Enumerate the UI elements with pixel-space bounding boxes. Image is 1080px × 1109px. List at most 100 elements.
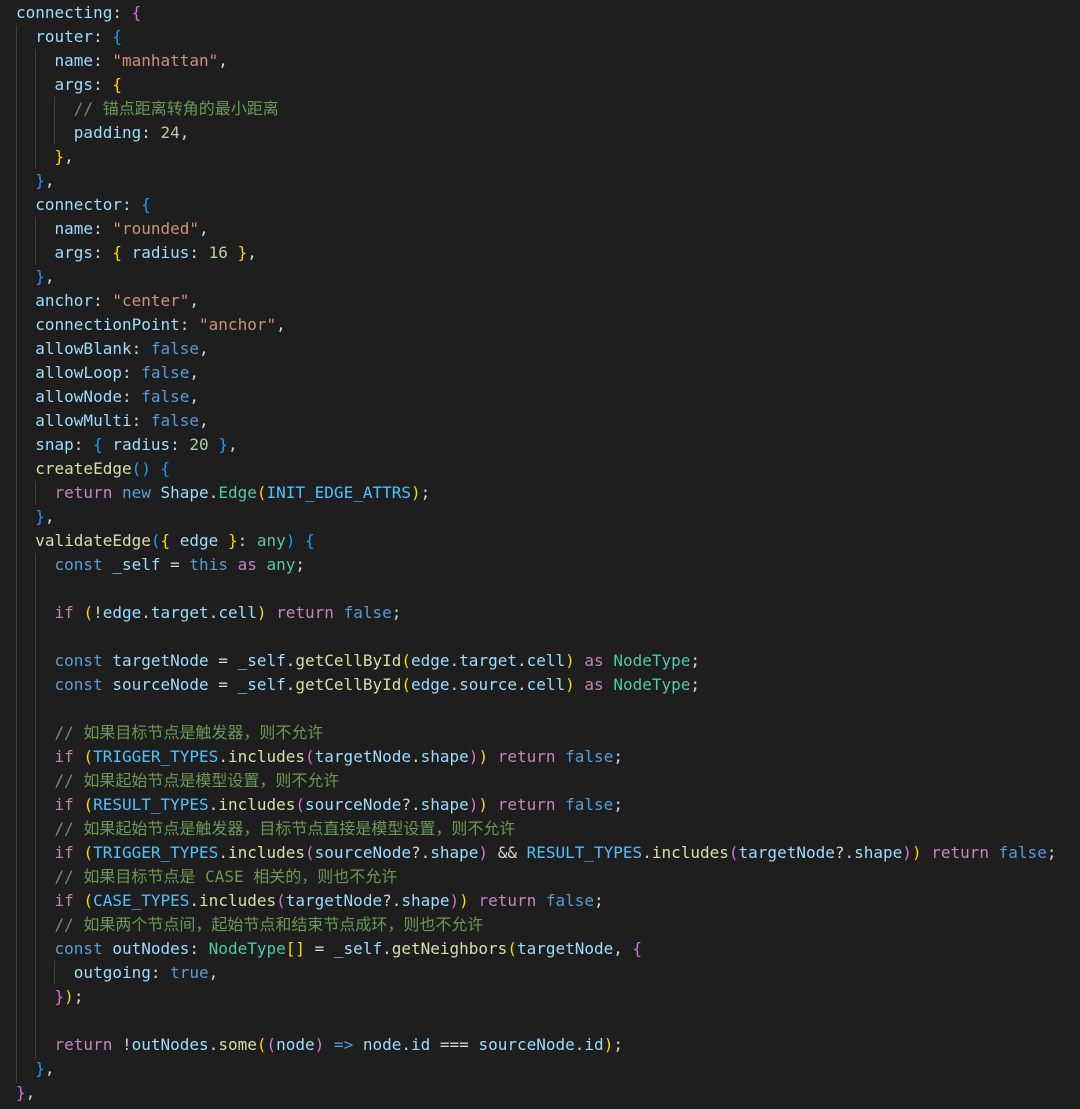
code-line: }, bbox=[16, 265, 1056, 289]
code-token: ( bbox=[507, 939, 517, 958]
code-token: ; bbox=[690, 675, 701, 694]
code-token: : bbox=[93, 75, 113, 94]
code-token: { bbox=[141, 195, 151, 214]
code-token: edge bbox=[411, 651, 450, 670]
code-token: ( bbox=[150, 531, 161, 550]
code-token: : bbox=[93, 291, 113, 310]
code-token: . bbox=[516, 651, 527, 670]
code-token: targetNode bbox=[516, 939, 614, 958]
code-token: NodeType bbox=[613, 651, 691, 670]
code-token: name bbox=[54, 219, 94, 238]
code-token: allowNode bbox=[35, 387, 122, 406]
code-token: TRIGGER_TYPES bbox=[93, 843, 219, 862]
code-token: "rounded" bbox=[112, 219, 200, 238]
code-token: 16 bbox=[208, 243, 228, 262]
code-token: new bbox=[121, 483, 151, 502]
code-token: ( bbox=[83, 843, 94, 862]
code-token: id bbox=[411, 1035, 431, 1054]
code-token: } bbox=[227, 531, 238, 550]
code-token: outNodes bbox=[112, 939, 190, 958]
code-token: { bbox=[112, 243, 122, 262]
code-token: : bbox=[93, 243, 113, 262]
code-token: as bbox=[584, 651, 604, 670]
code-token: RESULT_TYPES bbox=[93, 795, 209, 814]
code-token: if bbox=[54, 747, 74, 766]
code-line: allowLoop: false, bbox=[16, 361, 1056, 385]
code-token: . bbox=[208, 483, 219, 502]
code-token: , bbox=[44, 267, 55, 286]
code-token: shape bbox=[401, 891, 450, 910]
code-token: allowLoop bbox=[35, 363, 122, 382]
code-token: ! bbox=[121, 1035, 132, 1054]
code-token: const bbox=[54, 555, 103, 574]
code-line: const sourceNode = _self.getCellById(edg… bbox=[16, 673, 1056, 697]
code-token: === bbox=[430, 1035, 479, 1054]
code-line: if (TRIGGER_TYPES.includes(targetNode.sh… bbox=[16, 745, 1056, 769]
code-line: if (!edge.target.cell) return false; bbox=[16, 601, 1056, 625]
code-token: shape bbox=[430, 843, 479, 862]
code-token: ( bbox=[83, 603, 94, 622]
code-token: // 如果两个节点间，起始节点和结束节点成环，则也不允许 bbox=[54, 915, 484, 934]
code-token: ( bbox=[295, 795, 306, 814]
code-token: anchor bbox=[35, 291, 94, 310]
code-token: includes bbox=[218, 795, 296, 814]
code-token: target bbox=[150, 603, 209, 622]
code-token: : bbox=[131, 411, 151, 430]
code-line: return new Shape.Edge(INIT_EDGE_ATTRS); bbox=[16, 481, 1056, 505]
code-token: } bbox=[237, 243, 248, 262]
code-token: ( bbox=[305, 747, 315, 766]
code-token: ) bbox=[565, 651, 575, 670]
code-token: ( bbox=[401, 651, 411, 670]
code-token: . bbox=[401, 1035, 412, 1054]
code-token: connecting bbox=[16, 3, 113, 22]
code-line: connector: { bbox=[16, 193, 1056, 217]
code-token: . bbox=[218, 843, 228, 862]
code-token: ) bbox=[314, 1035, 325, 1054]
code-token: ?. bbox=[401, 795, 421, 814]
code-token: true bbox=[170, 963, 209, 982]
code-editor[interactable]: connecting: { router: { name: "manhattan… bbox=[0, 0, 1080, 1109]
code-token: ) bbox=[411, 483, 421, 502]
code-token: ) bbox=[902, 843, 912, 862]
code-token: { bbox=[160, 459, 171, 478]
code-line: }, bbox=[16, 505, 1056, 529]
code-token: // 如果目标节点是 CASE 相关的，则也不允许 bbox=[54, 867, 398, 886]
code-token: } bbox=[35, 171, 45, 190]
code-token: ( bbox=[401, 675, 411, 694]
code-token: ; bbox=[613, 1035, 623, 1054]
code-token: : bbox=[121, 387, 142, 406]
code-token: . bbox=[285, 651, 296, 670]
code-token: , bbox=[218, 51, 228, 70]
code-token: 20 bbox=[189, 435, 209, 454]
code-token: : bbox=[189, 243, 209, 262]
code-line: }); bbox=[16, 985, 1056, 1009]
code-token: , bbox=[199, 219, 209, 238]
